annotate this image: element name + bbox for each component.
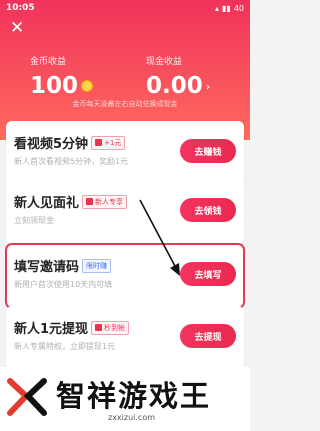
withdraw-button[interactable]: 去提现 bbox=[180, 324, 236, 348]
header: 10:05 ▴ ▮▮ 40 ✕ 金币收益 100 现金收益 0.00 › 金币每… bbox=[0, 0, 250, 140]
cash-label: 现金收益 bbox=[146, 57, 183, 67]
coin-icon bbox=[81, 80, 94, 92]
reward-icon bbox=[95, 324, 103, 331]
task-card-watch-video: 看视频5分钟 +1元 新人首次看视频5分钟，奖励1元 去赚钱 bbox=[6, 121, 244, 185]
card-desc: 新人首次看视频5分钟，奖励1元 bbox=[14, 157, 129, 166]
signal-icon: ▮▮ bbox=[222, 3, 231, 13]
limited-badge: 限时赚 bbox=[82, 258, 112, 273]
reward-badge: 秒到帐 bbox=[91, 320, 130, 335]
wifi-icon: ▴ bbox=[214, 3, 219, 13]
status-icons: ▴ ▮▮ 40 bbox=[215, 4, 244, 13]
cash-stat[interactable]: 现金收益 0.00 › bbox=[146, 54, 210, 99]
go-earn-button[interactable]: 去赚钱 bbox=[180, 139, 236, 163]
claim-button[interactable]: 去领钱 bbox=[180, 198, 236, 222]
coin-value: 100 bbox=[30, 73, 79, 99]
card-title: 新人1元提现 bbox=[14, 322, 89, 337]
coin-label: 金币收益 bbox=[30, 57, 67, 67]
card-title: 新人见面礼 bbox=[14, 196, 80, 211]
watermark-title: 智祥游戏王 bbox=[56, 379, 212, 413]
badge-label: +1元 bbox=[104, 138, 122, 147]
watermark-logo bbox=[7, 378, 47, 416]
watermark-banner: 智祥游戏王 zxxizui.com bbox=[0, 367, 250, 431]
card-title: 看视频5分钟 bbox=[14, 137, 89, 152]
cash-value: 0.00 bbox=[146, 73, 203, 99]
watermark-url: zxxizui.com bbox=[108, 413, 156, 422]
exchange-note: 金币每天凌晨左右自动兑换成现金 bbox=[72, 100, 178, 108]
badge-label: 秒到帐 bbox=[104, 323, 126, 332]
chevron-right-icon: › bbox=[205, 79, 211, 93]
fill-in-button[interactable]: 去填写 bbox=[180, 262, 236, 286]
card-desc: 立刻领现金 bbox=[14, 216, 54, 225]
task-card-withdraw: 新人1元提现 秒到帐 新人专属特权，立即提现1元 去提现 bbox=[6, 306, 244, 370]
card-desc: 新人专属特权，立即提现1元 bbox=[14, 342, 116, 351]
reward-icon bbox=[95, 139, 103, 146]
card-title: 填写邀请码 bbox=[14, 260, 80, 275]
status-bar: 10:05 ▴ ▮▮ 40 bbox=[6, 1, 244, 15]
status-time: 10:05 bbox=[6, 3, 35, 13]
battery-level: 40 bbox=[233, 3, 244, 13]
coin-stat[interactable]: 金币收益 100 bbox=[30, 54, 94, 99]
close-icon[interactable]: ✕ bbox=[10, 20, 24, 37]
reward-badge: 新人专享 bbox=[82, 194, 128, 209]
badge-label: 新人专享 bbox=[95, 197, 124, 206]
reward-badge: +1元 bbox=[91, 135, 126, 150]
card-desc: 新用户首次使用10天内可填 bbox=[14, 280, 113, 289]
task-card-welcome-gift: 新人见面礼 新人专享 立刻领现金 去领钱 bbox=[6, 180, 244, 244]
task-card-invite-code: 填写邀请码 限时赚 新用户首次使用10天内可填 去填写 bbox=[5, 243, 245, 309]
reward-icon bbox=[86, 198, 94, 205]
badge-label: 限时赚 bbox=[86, 261, 108, 270]
